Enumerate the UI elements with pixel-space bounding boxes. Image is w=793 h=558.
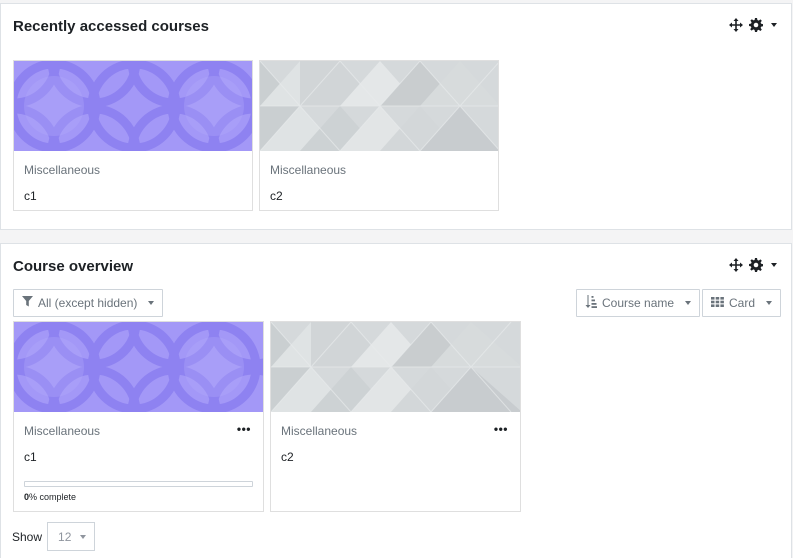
course-name-link[interactable]: c2	[270, 189, 488, 203]
course-image[interactable]	[260, 61, 498, 151]
move-icon[interactable]	[729, 258, 743, 272]
course-image[interactable]	[14, 61, 252, 151]
filter-label: All (except hidden)	[38, 296, 138, 310]
block-controls	[729, 18, 777, 32]
filter-dropdown-button[interactable]: All (except hidden)	[13, 289, 164, 317]
course-actions-menu-icon[interactable]: •••	[237, 423, 251, 435]
block-controls	[729, 258, 777, 272]
course-image[interactable]	[14, 322, 263, 412]
course-progress: 0% complete	[24, 481, 253, 502]
course-name-link[interactable]: c2	[281, 450, 510, 464]
chevron-down-icon	[685, 301, 692, 305]
grid-icon	[711, 296, 724, 310]
card-body: Miscellaneous c1	[24, 424, 253, 464]
chevron-down-icon[interactable]	[771, 263, 777, 267]
view-dropdown-button[interactable]: Card	[702, 289, 782, 317]
course-name-link[interactable]: c1	[24, 450, 253, 464]
chevron-down-icon[interactable]	[771, 23, 777, 27]
block-title: Course overview	[13, 258, 134, 275]
progress-text: 0% complete	[24, 492, 253, 502]
sort-label: Course name	[602, 296, 675, 310]
course-card[interactable]: Miscellaneous c1 ••• 0% complete	[13, 321, 264, 512]
recently-accessed-block: Recently accessed courses Miscellaneous …	[0, 3, 792, 230]
progress-bar	[24, 481, 253, 487]
gear-icon[interactable]	[749, 258, 764, 272]
move-icon[interactable]	[729, 18, 743, 32]
card-body: Miscellaneous c1	[24, 163, 242, 203]
chevron-down-icon	[766, 301, 773, 305]
course-actions-menu-icon[interactable]: •••	[494, 423, 508, 435]
chevron-down-icon	[80, 534, 87, 539]
paging-control: Show 12	[12, 522, 96, 551]
card-body: Miscellaneous c2	[270, 163, 488, 203]
filter-icon	[22, 296, 33, 310]
card-body: Miscellaneous c2	[281, 424, 510, 464]
sort-dropdown-button[interactable]: Course name	[576, 289, 701, 317]
block-title: Recently accessed courses	[13, 18, 209, 35]
chevron-down-icon	[148, 301, 155, 305]
course-category: Miscellaneous	[24, 424, 101, 438]
sort-icon	[585, 295, 597, 311]
gear-icon[interactable]	[749, 18, 764, 32]
course-card[interactable]: Miscellaneous c2 •••	[270, 321, 521, 512]
course-overview-block: Course overview All (except hidden) Cour…	[0, 243, 792, 558]
view-label: Card	[729, 296, 756, 310]
page-size-value: 12	[58, 529, 72, 544]
course-image[interactable]	[271, 322, 520, 412]
course-category: Miscellaneous	[270, 163, 347, 177]
course-category: Miscellaneous	[24, 163, 101, 177]
course-name-link[interactable]: c1	[24, 189, 242, 203]
page-size-select[interactable]: 12	[47, 522, 96, 551]
course-category: Miscellaneous	[281, 424, 358, 438]
show-label: Show	[12, 529, 43, 544]
course-card[interactable]: Miscellaneous c1	[13, 60, 253, 211]
course-card[interactable]: Miscellaneous c2	[259, 60, 499, 211]
progress-suffix: % complete	[29, 492, 77, 502]
